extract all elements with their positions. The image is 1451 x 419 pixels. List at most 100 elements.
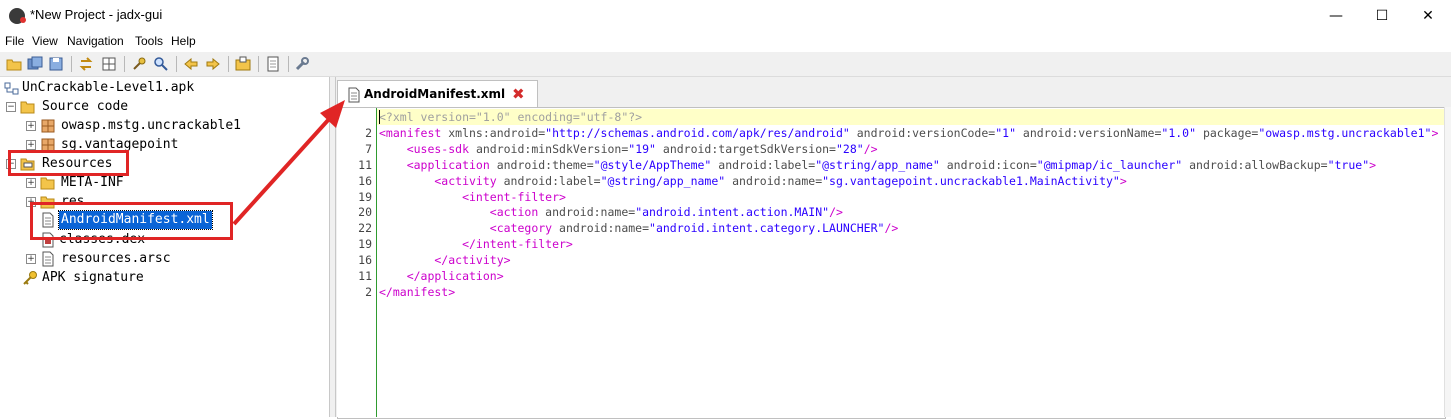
line-number: 16 [358, 253, 372, 268]
preferences-icon[interactable] [294, 56, 310, 72]
toolbar-separator [228, 56, 229, 72]
expand-toggle-icon[interactable]: + [26, 121, 36, 131]
code-token-val: "sg.vantagepoint.uncrackable1.MainActivi… [822, 173, 1120, 188]
code-token-val: "19" [628, 141, 656, 156]
close-window-button[interactable]: ✕ [1405, 0, 1451, 32]
folder-open-icon [20, 99, 36, 115]
folder-icon [40, 175, 56, 191]
back-icon[interactable] [183, 56, 199, 72]
code-token-val: "28" [835, 141, 864, 156]
toolbar-separator [71, 56, 72, 72]
collapse-toggle-icon[interactable]: − [6, 102, 16, 112]
annotation-highlight-resources [8, 150, 129, 176]
menu-bar: File View Navigation Tools Help [0, 32, 1451, 52]
code-line: <manifest xmlns:android="http://schemas.… [379, 126, 1438, 140]
code-line: <action android:name="android.intent.act… [379, 205, 843, 219]
code-token-tag: <application [379, 157, 490, 172]
deobfuscation-icon[interactable] [235, 56, 251, 72]
code-token-attr: android:versionName= [1016, 125, 1162, 140]
code-token-attr: android:name= [725, 173, 823, 188]
code-token-val: "@style/AppTheme" [593, 157, 712, 172]
line-number: 2 [365, 284, 372, 299]
code-line: <intent-filter> [379, 190, 566, 204]
code-token-val: "1.0" [1161, 125, 1197, 140]
code-token-attr: android:name= [538, 205, 636, 220]
code-token-attr: android:allowBackup= [1182, 157, 1328, 172]
code-token-tag: > [1431, 125, 1439, 140]
code-token-attr: android:minSdkVersion= [469, 141, 629, 156]
line-number: 11 [358, 269, 372, 283]
gutter-divider [376, 108, 377, 417]
xml-file-icon [346, 87, 362, 103]
menu-tools[interactable]: Tools [135, 34, 163, 48]
text-search-icon[interactable] [131, 56, 147, 72]
tree-label-source-code: Source code [42, 99, 129, 114]
export-icon[interactable] [48, 56, 64, 72]
flatten-packages-icon[interactable] [101, 56, 117, 72]
toolbar-separator [288, 56, 289, 72]
code-token-attr: android:label= [496, 173, 601, 188]
code-token-tag: </intent-filter> [379, 237, 573, 252]
jadx-app-icon [9, 8, 26, 24]
expand-toggle-icon[interactable]: + [26, 140, 36, 150]
code-token-attr: android:versionCode= [849, 125, 996, 140]
line-number: 20 [358, 205, 372, 220]
code-token-attr: android:theme= [489, 157, 594, 172]
code-token-tag: <manifest [379, 125, 442, 140]
expand-toggle-icon[interactable]: + [26, 178, 36, 188]
menu-navigation[interactable]: Navigation [67, 34, 124, 48]
menu-file[interactable]: File [5, 34, 24, 48]
apk-icon [4, 80, 20, 96]
tree-label-package-owasp: owasp.mstg.uncrackable1 [61, 118, 242, 133]
code-token-val: "true" [1327, 157, 1370, 172]
vertical-scrollbar[interactable] [1444, 107, 1451, 417]
code-token-tag: </activity> [379, 253, 511, 268]
code-token-val: "@string/app_name" [815, 157, 940, 172]
tree-label-apk-signature: APK signature [42, 270, 144, 285]
code-token-tag: </application> [379, 269, 504, 283]
line-number: 19 [358, 189, 372, 204]
toolbar-separator [176, 56, 177, 72]
forward-icon[interactable] [205, 56, 221, 72]
open-file-icon[interactable] [6, 56, 22, 72]
line-number: 19 [358, 237, 372, 252]
code-token-attr: android:icon= [939, 157, 1037, 172]
code-token-tag: /> [884, 221, 899, 236]
line-number: 11 [358, 157, 372, 172]
code-token-tag: <activity [379, 173, 497, 188]
code-token-attr: package= [1196, 125, 1259, 140]
maximize-button[interactable]: ☐ [1359, 0, 1405, 32]
save-all-icon[interactable] [27, 56, 43, 72]
class-search-icon[interactable] [153, 56, 169, 72]
code-line: <uses-sdk android:minSdkVersion="19" and… [379, 142, 878, 156]
code-token-tag: > [1369, 157, 1377, 172]
code-line: <?xml version="1.0" encoding="utf-8"?> [379, 110, 642, 124]
expand-toggle-icon[interactable]: + [26, 254, 36, 264]
code-token-tag: </manifest> [379, 284, 456, 299]
tab-android-manifest[interactable]: AndroidManifest.xml ✖ [337, 80, 538, 108]
line-number: 2 [365, 125, 372, 140]
line-number: 16 [358, 173, 372, 188]
tree-label-apk: UnCrackable-Level1.apk [22, 80, 195, 95]
code-token-val: "owasp.mstg.uncrackable1" [1258, 125, 1432, 140]
menu-help[interactable]: Help [171, 34, 196, 48]
code-line: <category android:name="android.intent.c… [379, 221, 899, 236]
text-caret [379, 110, 380, 124]
code-token-attr: xmlns:android= [441, 125, 546, 140]
code-token-val: "android.intent.category.LAUNCHER" [649, 221, 885, 236]
code-token-attr: android:label= [711, 157, 816, 172]
code-token-attr: android:name= [552, 221, 650, 236]
code-line: </application> [379, 269, 504, 283]
code-token-attr: android:targetSdkVersion= [655, 141, 836, 156]
tab-close-icon[interactable]: ✖ [512, 85, 525, 103]
sync-icon[interactable] [78, 56, 94, 72]
tree-label-meta-inf: META-INF [61, 175, 124, 190]
code-line: </intent-filter> [379, 237, 573, 251]
minimize-button[interactable]: — [1313, 0, 1359, 32]
code-line: </manifest> [379, 285, 455, 299]
key-icon [22, 270, 38, 286]
menu-view[interactable]: View [32, 34, 58, 48]
line-number: 22 [358, 221, 372, 236]
line-number: 7 [365, 141, 372, 156]
log-viewer-icon[interactable] [265, 56, 281, 72]
